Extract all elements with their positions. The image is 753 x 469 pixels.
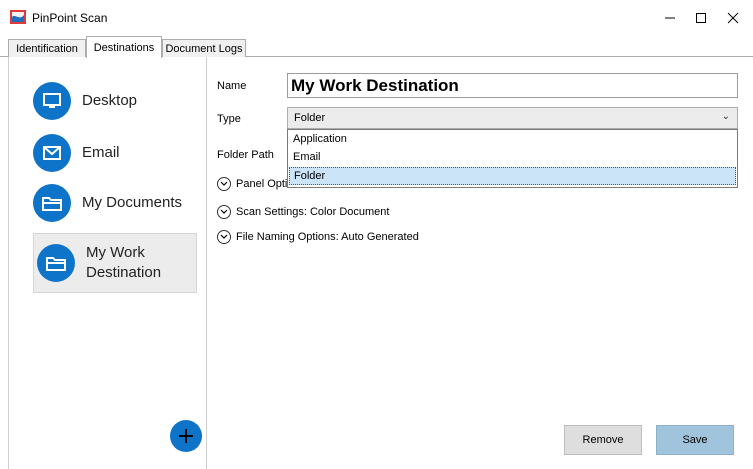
tab-destinations[interactable]: Destinations xyxy=(86,36,162,58)
folder-icon xyxy=(37,244,75,282)
type-option-application[interactable]: Application xyxy=(289,131,736,149)
name-label: Name xyxy=(217,80,247,92)
remove-button[interactable]: Remove xyxy=(564,425,642,455)
destination-label: Desktop xyxy=(82,92,138,109)
name-input[interactable]: My Work Destination xyxy=(287,73,738,98)
destination-label: Email xyxy=(82,144,120,161)
minimize-button[interactable] xyxy=(654,6,686,30)
expand-chevron-icon xyxy=(217,177,231,191)
maximize-icon xyxy=(696,13,706,23)
window-title: PinPoint Scan xyxy=(32,11,108,25)
file-naming-expander[interactable]: File Naming Options: Auto Generated xyxy=(217,230,419,244)
type-option-email[interactable]: Email xyxy=(289,149,736,167)
expand-chevron-icon xyxy=(217,230,231,244)
destination-item-email[interactable]: Email xyxy=(33,133,197,173)
monitor-icon xyxy=(33,82,71,120)
destination-label: My Documents xyxy=(82,194,183,211)
tab-strip: Identification Destinations Document Log… xyxy=(0,36,753,58)
destinations-panel: Desktop Email My Documents My Work Desti… xyxy=(8,57,753,469)
title-bar: PinPoint Scan xyxy=(0,0,753,36)
panel-options-label: Panel Opti xyxy=(236,178,288,190)
tab-document-logs[interactable]: Document Logs xyxy=(162,39,246,57)
plus-icon xyxy=(179,429,193,443)
minimize-icon xyxy=(665,17,675,19)
scan-settings-expander[interactable]: Scan Settings: Color Document xyxy=(217,205,389,219)
chevron-down-icon: ⌄ xyxy=(721,111,730,122)
tab-identification[interactable]: Identification xyxy=(8,39,86,57)
save-button[interactable]: Save xyxy=(656,425,734,455)
add-destination-button[interactable] xyxy=(170,420,202,452)
envelope-icon xyxy=(33,134,71,172)
close-icon xyxy=(727,12,739,24)
type-option-folder[interactable]: Folder xyxy=(289,167,736,185)
type-selected-value: Folder xyxy=(294,112,326,124)
maximize-button[interactable] xyxy=(685,6,717,30)
type-dropdown-list: Application Email Folder xyxy=(287,129,738,188)
destination-label: My Work Destination xyxy=(86,244,162,281)
close-button[interactable] xyxy=(717,6,749,30)
folder-icon xyxy=(33,184,71,222)
type-label: Type xyxy=(217,113,241,125)
file-naming-label: File Naming Options: Auto Generated xyxy=(236,231,419,243)
folder-path-label: Folder Path xyxy=(217,149,274,161)
type-select[interactable]: Folder ⌄ xyxy=(287,107,738,129)
panel-options-expander[interactable]: Panel Opti xyxy=(217,177,287,191)
expand-chevron-icon xyxy=(217,205,231,219)
destination-item-my-work-destination[interactable]: My Work Destination xyxy=(33,233,197,293)
destination-item-desktop[interactable]: Desktop xyxy=(33,81,197,121)
destination-item-my-documents[interactable]: My Documents xyxy=(33,183,197,223)
destinations-sidebar: Desktop Email My Documents My Work Desti… xyxy=(9,57,207,469)
app-logo-icon xyxy=(10,10,26,24)
scan-settings-label: Scan Settings: Color Document xyxy=(236,206,390,218)
